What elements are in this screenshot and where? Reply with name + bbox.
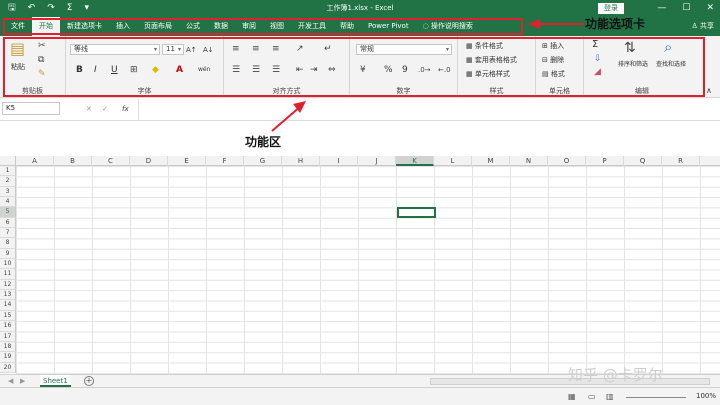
annotation-arrows: [271, 19, 584, 132]
annotation-tab-label: 功能选项卡: [585, 17, 646, 31]
tab-arrow-head: [528, 19, 540, 29]
watermark: 知乎 @卡罗尔: [568, 366, 663, 384]
ribbon-arrow-line: [271, 105, 302, 132]
annotation-ribbon-label: 功能区: [245, 135, 282, 149]
